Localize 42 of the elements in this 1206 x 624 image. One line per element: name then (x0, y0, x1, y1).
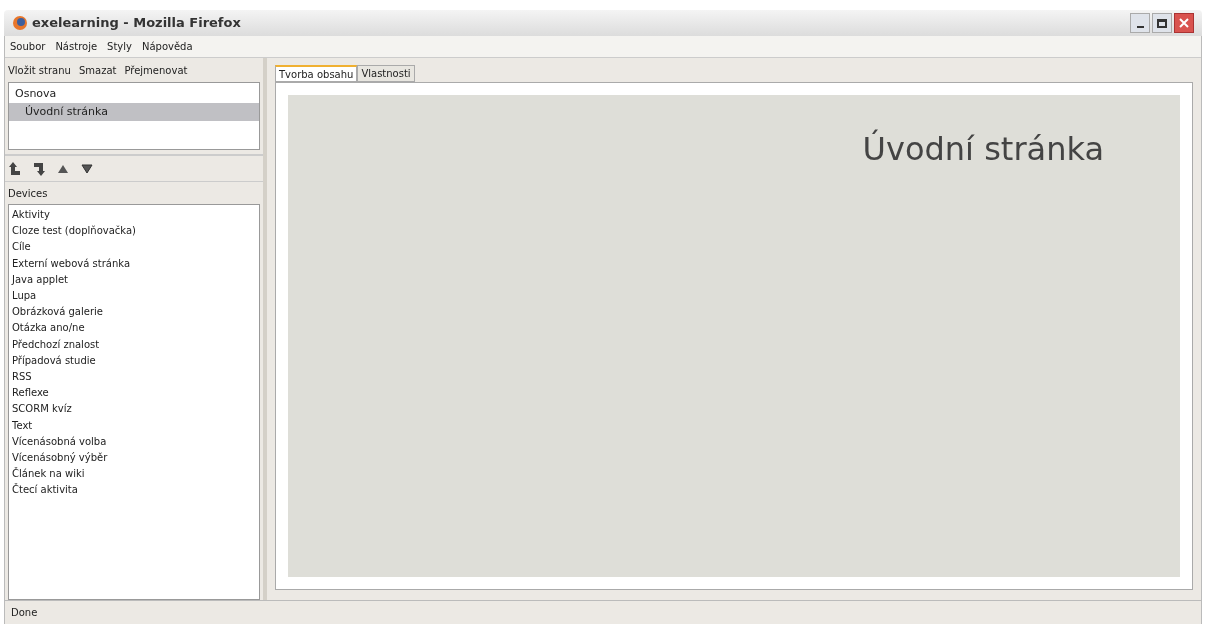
menu-item[interactable]: Soubor (10, 39, 46, 54)
page-heading: Úvodní stránka (862, 128, 1104, 170)
device-item[interactable]: Čtecí aktivita (12, 482, 256, 499)
device-item[interactable]: SCORM kvíz (12, 401, 256, 418)
device-item[interactable]: Případová studie (12, 352, 256, 370)
minimize-button[interactable] (1130, 13, 1150, 33)
device-item[interactable]: Lupa (12, 288, 256, 305)
move-down-icon[interactable] (81, 163, 93, 174)
toolbar-button[interactable]: Vložit stranu (8, 62, 71, 78)
menu-item[interactable]: Styly (107, 39, 132, 54)
close-button[interactable] (1174, 13, 1194, 33)
device-item[interactable]: Vícenásobný výběr (12, 450, 256, 467)
demote-icon[interactable] (33, 161, 45, 176)
tab[interactable]: Vlastnosti (357, 65, 415, 82)
tree-item[interactable]: Osnova (9, 85, 259, 103)
device-item[interactable]: Obrázková galerie (12, 304, 256, 321)
device-item[interactable]: Java applet (12, 271, 256, 288)
tree-item[interactable]: Úvodní stránka (9, 103, 259, 121)
device-item[interactable]: Předchozí znalost (12, 336, 256, 353)
devices-header: Devices (7, 186, 49, 201)
close-icon (1179, 18, 1189, 28)
menu-item[interactable]: Nástroje (55, 39, 98, 54)
device-item[interactable]: Reflexe (12, 385, 256, 402)
window-title: exelearning - Mozilla Firefox (32, 14, 241, 33)
device-item[interactable]: Cíle (12, 239, 256, 256)
move-up-icon[interactable] (57, 163, 69, 174)
device-item[interactable]: Externí webová stránka (12, 255, 256, 272)
promote-icon[interactable] (9, 161, 21, 176)
device-item[interactable]: Vícenásobná volba (12, 433, 256, 451)
device-item[interactable]: Aktivity (12, 207, 256, 224)
device-item[interactable]: RSS (12, 369, 256, 386)
device-item[interactable]: Cloze test (doplňovačka) (12, 223, 256, 240)
maximize-button[interactable] (1152, 13, 1172, 33)
toolbar-button[interactable]: Smazat (78, 62, 117, 78)
browser-logo-icon (12, 15, 28, 31)
device-item[interactable]: Článek na wiki (12, 466, 256, 483)
device-item[interactable]: Text (12, 417, 256, 434)
toolbar-button[interactable]: Přejmenovat (124, 62, 188, 78)
tab[interactable]: Tvorba obsahu (275, 65, 358, 82)
menu-item[interactable]: Nápověda (141, 39, 193, 54)
device-item[interactable]: Otázka ano/ne (12, 320, 256, 337)
status-text: Done (11, 606, 38, 620)
